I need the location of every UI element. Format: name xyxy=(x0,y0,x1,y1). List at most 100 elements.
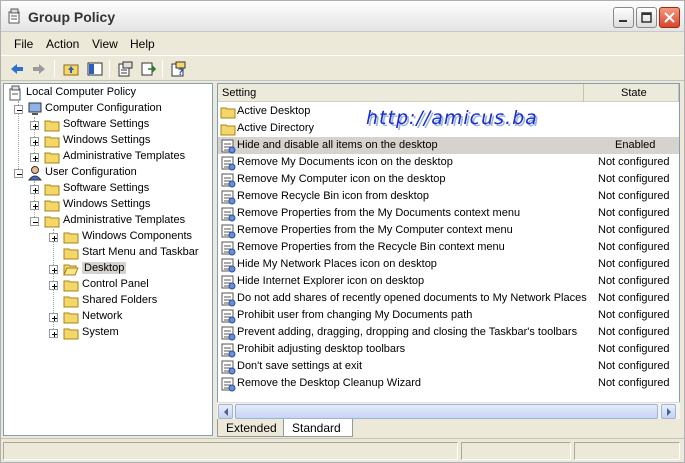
folder-icon xyxy=(63,277,79,293)
table-row[interactable]: Do not add shares of recently opened doc… xyxy=(218,290,679,307)
setting-name: Prohibit user from changing My Documents… xyxy=(237,309,473,321)
horizontal-scrollbar[interactable] xyxy=(217,402,680,419)
policy-setting-icon xyxy=(220,138,236,154)
close-button[interactable] xyxy=(659,7,680,28)
expand-icon[interactable] xyxy=(30,121,39,130)
watermark-url: http://amicus.ba xyxy=(366,107,538,129)
policy-setting-icon xyxy=(220,155,236,171)
menu-file[interactable]: File xyxy=(14,37,33,51)
column-header-state[interactable]: State xyxy=(584,84,679,102)
policy-setting-icon xyxy=(220,308,236,324)
table-row[interactable]: Hide My Network Places icon on desktop No… xyxy=(218,256,679,273)
tab-standard[interactable]: Standard xyxy=(283,419,353,437)
export-list-icon[interactable] xyxy=(138,59,158,79)
setting-state: Not configured xyxy=(598,292,670,304)
back-arrow-icon[interactable] xyxy=(7,59,27,79)
forward-arrow-icon[interactable] xyxy=(29,59,49,79)
setting-name: Prevent adding, dragging, dropping and c… xyxy=(237,326,578,338)
table-row[interactable]: Remove Properties from the My Computer c… xyxy=(218,222,679,239)
expand-icon[interactable] xyxy=(30,185,39,194)
expand-icon[interactable] xyxy=(49,313,58,322)
expand-icon[interactable] xyxy=(49,329,58,338)
column-header-setting[interactable]: Setting xyxy=(218,84,584,102)
expand-icon[interactable] xyxy=(49,281,58,290)
folder-icon xyxy=(220,121,236,137)
collapse-icon[interactable] xyxy=(14,105,23,114)
folder-icon xyxy=(220,104,236,120)
folder-icon xyxy=(63,245,79,261)
menu-help[interactable]: Help xyxy=(130,37,155,51)
user-icon xyxy=(27,165,43,181)
setting-name: Remove the Desktop Cleanup Wizard xyxy=(237,377,422,389)
setting-name: Remove Properties from the Recycle Bin c… xyxy=(237,241,505,253)
expand-icon[interactable] xyxy=(30,153,39,162)
tab-extended[interactable]: Extended xyxy=(217,419,285,437)
setting-name: Remove Properties from the My Documents … xyxy=(237,207,521,219)
scroll-left-button[interactable] xyxy=(218,404,233,419)
setting-state: Enabled xyxy=(615,139,656,151)
setting-name: Remove My Computer icon on the desktop xyxy=(237,173,446,185)
view-tabs: Extended Standard xyxy=(217,419,680,438)
setting-name: Remove My Documents icon on the desktop xyxy=(237,156,453,168)
setting-state: Not configured xyxy=(598,360,670,372)
expand-icon[interactable] xyxy=(49,233,58,242)
scroll-thumb[interactable] xyxy=(235,404,658,419)
scroll-right-button[interactable] xyxy=(661,404,676,419)
title-bar[interactable]: Group Policy xyxy=(1,1,684,32)
table-row[interactable]: Prohibit adjusting desktop toolbars Not c… xyxy=(218,341,679,358)
setting-state: Not configured xyxy=(598,224,670,236)
table-row[interactable]: Remove My Computer icon on the desktop No… xyxy=(218,171,679,188)
folder-icon xyxy=(63,229,79,245)
up-folder-icon[interactable] xyxy=(61,59,81,79)
maximize-button[interactable] xyxy=(636,7,657,28)
table-row[interactable]: Prevent adding, dragging, dropping and c… xyxy=(218,324,679,341)
table-row[interactable]: Remove Properties from the My Documents … xyxy=(218,205,679,222)
policy-setting-icon xyxy=(220,291,236,307)
folder-icon xyxy=(63,309,79,325)
table-row[interactable]: Prohibit user from changing My Documents… xyxy=(218,307,679,324)
table-row[interactable]: Remove Recycle Bin icon from desktop Not … xyxy=(218,188,679,205)
setting-name: Hide Internet Explorer icon on desktop xyxy=(237,275,425,287)
policy-icon xyxy=(8,85,24,101)
setting-state: Not configured xyxy=(598,156,670,168)
expand-icon[interactable] xyxy=(30,201,39,210)
setting-state: Not configured xyxy=(598,207,670,219)
table-row[interactable]: Hide and disable all items on the deskto… xyxy=(218,137,679,154)
table-row[interactable]: Hide Internet Explorer icon on desktop No… xyxy=(218,273,679,290)
folder-icon xyxy=(44,197,60,213)
menu-view[interactable]: View xyxy=(92,37,118,51)
setting-state: Not configured xyxy=(598,343,670,355)
console-tree: Local Computer Policy Computer Configura… xyxy=(3,83,213,436)
policy-setting-icon xyxy=(220,342,236,358)
minimize-button[interactable] xyxy=(613,7,634,28)
table-row[interactable]: Remove Properties from the Recycle Bin c… xyxy=(218,239,679,256)
setting-name: Remove Properties from the My Computer c… xyxy=(237,224,513,236)
collapse-icon[interactable] xyxy=(30,217,39,226)
window-title: Group Policy xyxy=(28,9,116,25)
collapse-icon[interactable] xyxy=(14,169,23,178)
show-hide-tree-icon[interactable] xyxy=(85,59,105,79)
setting-name: Hide My Network Places icon on desktop xyxy=(237,258,437,270)
setting-state: Not configured xyxy=(598,190,670,202)
setting-state: Not configured xyxy=(598,275,670,287)
setting-name: Don't save settings at exit xyxy=(237,360,362,372)
toolbar: ? xyxy=(1,55,684,81)
computer-icon xyxy=(27,101,43,117)
setting-name: Do not add shares of recently opened doc… xyxy=(237,292,587,304)
table-row[interactable]: Remove the Desktop Cleanup Wizard Not con… xyxy=(218,375,679,392)
help-icon[interactable]: ? xyxy=(168,59,188,79)
table-row[interactable]: Remove My Documents icon on the desktop N… xyxy=(218,154,679,171)
setting-state: Not configured xyxy=(598,173,670,185)
expand-icon[interactable] xyxy=(49,265,58,274)
policy-setting-icon xyxy=(220,376,236,392)
svg-text:?: ? xyxy=(178,68,183,77)
setting-name: Hide and disable all items on the deskto… xyxy=(237,139,438,151)
status-panel xyxy=(574,442,680,460)
group-policy-window: Group Policy File Action View Help ? Loc… xyxy=(0,0,685,463)
table-row[interactable]: Don't save settings at exit Not configure… xyxy=(218,358,679,375)
policy-setting-icon xyxy=(220,274,236,290)
menu-action[interactable]: Action xyxy=(46,37,79,51)
folder-icon xyxy=(44,117,60,133)
expand-icon[interactable] xyxy=(30,137,39,146)
properties-icon[interactable] xyxy=(115,59,135,79)
